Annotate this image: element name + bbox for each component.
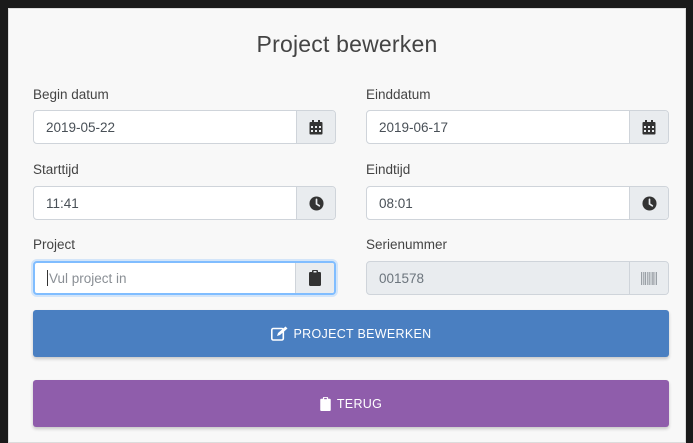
begin-date-label: Begin datum [33, 87, 109, 102]
terug-button[interactable]: TERUG [33, 380, 669, 427]
end-date-field[interactable]: 2019-06-17 [366, 110, 669, 144]
project-field[interactable]: Vul project in [33, 261, 336, 295]
end-date-label: Einddatum [366, 87, 431, 102]
barcode-icon [641, 271, 657, 285]
start-time-label: Starttijd [33, 162, 79, 177]
start-time-field[interactable]: 11:41 [33, 186, 336, 220]
project-bewerken-label: PROJECT BEWERKEN [293, 326, 432, 341]
text-caret [47, 270, 48, 286]
start-time-value[interactable]: 11:41 [34, 187, 296, 219]
serial-value: 001578 [379, 270, 425, 286]
begin-date-field[interactable]: 2019-05-22 [33, 110, 336, 144]
end-date-calendar-button[interactable] [629, 111, 668, 143]
project-clipboard-button[interactable] [295, 263, 334, 293]
begin-date-calendar-button[interactable] [296, 111, 335, 143]
calendar-icon [309, 119, 323, 134]
end-date-value[interactable]: 2019-06-17 [367, 111, 629, 143]
clipboard-icon [309, 270, 321, 286]
serial-label: Serienummer [366, 237, 448, 252]
end-time-field[interactable]: 08:01 [366, 186, 669, 220]
project-input[interactable]: Vul project in [35, 263, 295, 293]
serial-barcode-addon [629, 262, 668, 294]
end-time-value[interactable]: 08:01 [367, 187, 629, 219]
terug-label: TERUG [336, 396, 383, 411]
page-title: Project bewerken [256, 31, 438, 57]
clock-icon [308, 195, 324, 211]
clipboard-icon [320, 396, 331, 411]
serial-field: 001578 [366, 261, 669, 295]
end-time-label: Eindtijd [366, 162, 411, 177]
project-bewerken-button[interactable]: PROJECT BEWERKEN [33, 310, 669, 357]
begin-date-value[interactable]: 2019-05-22 [34, 111, 296, 143]
clock-icon [641, 195, 657, 211]
project-placeholder: Vul project in [49, 270, 127, 286]
project-label: Project [33, 237, 76, 252]
start-time-clock-button[interactable] [296, 187, 335, 219]
end-time-clock-button[interactable] [629, 187, 668, 219]
calendar-icon [642, 119, 656, 134]
project-edit-card: Project bewerken Begin datum 2019-05-22 … [8, 8, 686, 443]
edit-icon [270, 326, 288, 341]
